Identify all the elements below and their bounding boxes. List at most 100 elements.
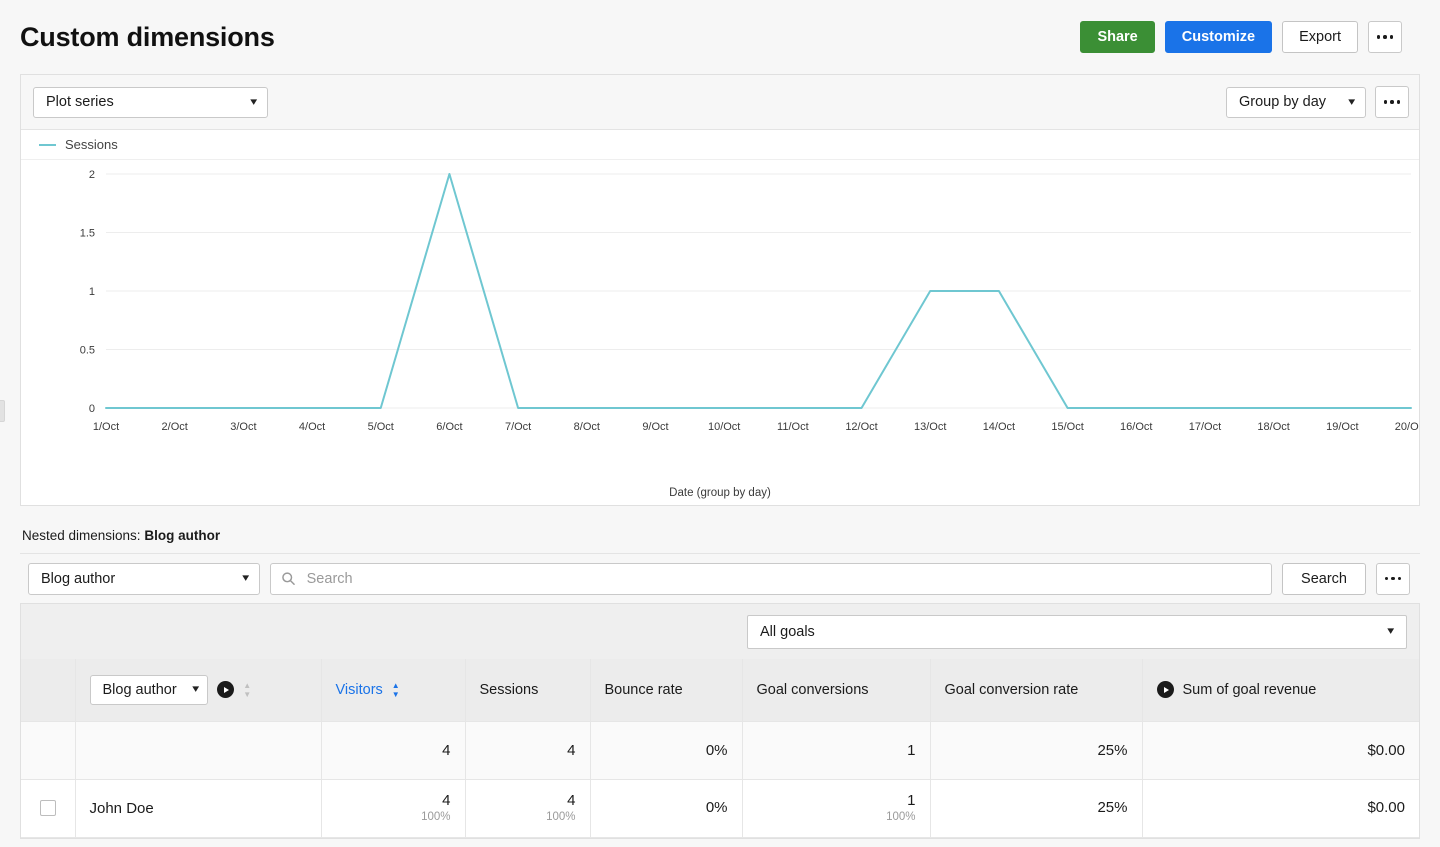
export-button[interactable]: Export xyxy=(1282,21,1358,53)
dimension-select[interactable]: Blog author ▾ xyxy=(28,562,260,595)
summary-dimension-cell xyxy=(75,721,322,780)
all-goals-label: All goals xyxy=(760,623,815,640)
svg-text:1/Oct: 1/Oct xyxy=(93,421,119,433)
left-edge-handle[interactable] xyxy=(0,400,5,422)
svg-text:3/Oct: 3/Oct xyxy=(230,421,256,433)
svg-text:18/Oct: 18/Oct xyxy=(1257,421,1289,433)
column-header-goal-conversion-rate[interactable]: Goal conversion rate xyxy=(930,659,1143,722)
data-table: Blog author ▾ ▲▼ Visitors ▲▼ Sessions xyxy=(21,659,1419,838)
svg-text:13/Oct: 13/Oct xyxy=(914,421,946,433)
summary-visitors: 4 xyxy=(321,721,466,780)
all-goals-select[interactable]: All goals ▾ xyxy=(747,614,1407,649)
chart-toolbar-right: Group by day ▾ xyxy=(1226,86,1409,118)
search-more-button[interactable] xyxy=(1376,562,1410,595)
chevron-down-icon: ▾ xyxy=(1348,95,1356,108)
legend-item-sessions[interactable]: Sessions xyxy=(39,137,118,152)
share-button[interactable]: Share xyxy=(1080,21,1155,53)
nested-dimensions-value: Blog author xyxy=(144,528,221,543)
summary-bounce-rate: 0% xyxy=(590,721,743,780)
column-header-bounce-rate[interactable]: Bounce rate xyxy=(590,659,743,722)
svg-text:2/Oct: 2/Oct xyxy=(162,421,188,433)
svg-text:16/Oct: 16/Oct xyxy=(1120,421,1152,433)
svg-text:4/Oct: 4/Oct xyxy=(299,421,325,433)
row-visitors: 4 100% xyxy=(321,779,466,838)
summary-select-cell xyxy=(21,721,76,780)
goal-icon xyxy=(1156,681,1174,699)
sessions-line-chart[interactable]: 0 0.5 1 1.5 2 1/Oct 2/Oct 3/Oct 4/Oct 5/Oct 6/Oct 7… xyxy=(21,160,1419,505)
summary-sessions: 4 xyxy=(465,721,591,780)
row-sessions-pct: 100% xyxy=(546,811,576,824)
row-select-cell[interactable] xyxy=(21,779,76,838)
group-by-select[interactable]: Group by day ▾ xyxy=(1226,86,1366,118)
row-goal-conversions-value: 1 xyxy=(907,791,916,809)
table-row[interactable]: John Doe 4 100% 4 100% 0% 1 100% 25% $0.… xyxy=(21,779,1419,838)
column-header-visitors[interactable]: Visitors ▲ ▼ xyxy=(321,659,466,722)
plot-series-select[interactable]: Plot series ▾ xyxy=(33,86,268,118)
plot-series-label: Plot series xyxy=(46,94,114,110)
table-head: Blog author ▾ ▲▼ Visitors ▲▼ Sessions xyxy=(21,659,1419,722)
nested-dimensions-label: Nested dimensions: Blog author xyxy=(22,528,1440,543)
row-sessions-value: 4 xyxy=(567,791,576,809)
svg-text:11/Oct: 11/Oct xyxy=(777,421,809,433)
legend-label: Sessions xyxy=(65,137,118,152)
svg-text:9/Oct: 9/Oct xyxy=(642,421,668,433)
column-label-goal-conversions: Goal conversions xyxy=(756,681,869,698)
svg-text:0.5: 0.5 xyxy=(80,345,95,357)
group-by-label: Group by day xyxy=(1239,94,1327,110)
nested-dimensions-prefix: Nested dimensions: xyxy=(22,528,141,543)
column-header-goal-conversions[interactable]: Goal conversions xyxy=(742,659,931,722)
row-goal-revenue: $0.00 xyxy=(1142,779,1419,838)
column-header-dimension: Blog author ▾ ▲ ▼ xyxy=(75,659,322,722)
chevron-down-icon: ▾ xyxy=(1387,625,1395,637)
svg-text:0: 0 xyxy=(89,403,95,415)
svg-text:19/Oct: 19/Oct xyxy=(1326,421,1358,433)
row-goal-revenue-value: $0.00 xyxy=(1367,799,1405,817)
row-bounce-rate-value: 0% xyxy=(705,799,728,817)
column-header-select xyxy=(21,659,76,722)
summary-goal-conversions: 1 xyxy=(742,721,931,780)
chevron-down-icon: ▾ xyxy=(191,683,199,696)
search-input[interactable] xyxy=(304,569,1262,588)
goals-row: All goals ▾ xyxy=(20,603,1420,659)
chart-card: Plot series ▾ Group by day ▾ Sessions 0 0… xyxy=(20,74,1420,506)
svg-text:1: 1 xyxy=(89,286,95,298)
search-bar: Blog author ▾ Search xyxy=(20,553,1420,603)
svg-text:5/Oct: 5/Oct xyxy=(368,421,394,433)
page-header: Custom dimensions Share Customize Export xyxy=(0,0,1440,74)
dimension-column-select[interactable]: Blog author ▾ xyxy=(89,674,209,705)
column-label-sessions: Sessions xyxy=(479,681,539,698)
header-more-button[interactable] xyxy=(1368,21,1402,53)
sort-toggle-dimension[interactable]: ▲ ▼ xyxy=(243,681,251,698)
svg-text:12/Oct: 12/Oct xyxy=(845,421,877,433)
row-checkbox[interactable] xyxy=(39,800,56,816)
svg-text:14/Oct: 14/Oct xyxy=(983,421,1015,433)
table-summary-row: 4 4 0% 1 25% $0.00 xyxy=(21,721,1419,780)
ellipsis-icon xyxy=(1376,35,1394,39)
search-field-wrap[interactable] xyxy=(270,562,1273,595)
search-icon xyxy=(282,572,295,585)
ellipsis-icon xyxy=(1384,576,1402,581)
dimension-column-label: Blog author xyxy=(102,681,177,698)
svg-text:2: 2 xyxy=(89,169,95,181)
chart-more-button[interactable] xyxy=(1375,86,1409,118)
svg-text:17/Oct: 17/Oct xyxy=(1189,421,1221,433)
table-body: 4 4 0% 1 25% $0.00 John Doe 4 100% 4 100… xyxy=(21,721,1419,838)
goal-icon xyxy=(217,681,235,699)
page-title: Custom dimensions xyxy=(20,21,275,52)
svg-text:6/Oct: 6/Oct xyxy=(436,421,462,433)
svg-text:10/Oct: 10/Oct xyxy=(708,421,740,433)
column-label-bounce-rate: Bounce rate xyxy=(604,681,683,698)
customize-button[interactable]: Customize xyxy=(1164,21,1273,53)
chevron-down-icon: ▾ xyxy=(250,95,258,108)
header-actions: Share Customize Export xyxy=(1080,21,1402,53)
row-visitors-value: 4 xyxy=(442,791,451,809)
column-header-sessions[interactable]: Sessions xyxy=(465,659,591,722)
sort-toggle-visitors[interactable]: ▲ ▼ xyxy=(392,681,400,698)
summary-goal-conversion-rate: 25% xyxy=(930,721,1143,780)
legend-swatch-icon xyxy=(39,143,56,146)
row-goal-conversions-pct: 100% xyxy=(886,811,916,824)
search-button[interactable]: Search xyxy=(1282,562,1366,595)
svg-text:20/Oct: 20/Oct xyxy=(1395,421,1419,433)
row-dimension-cell[interactable]: John Doe xyxy=(75,779,322,838)
column-header-goal-revenue[interactable]: Sum of goal revenue xyxy=(1142,659,1419,722)
